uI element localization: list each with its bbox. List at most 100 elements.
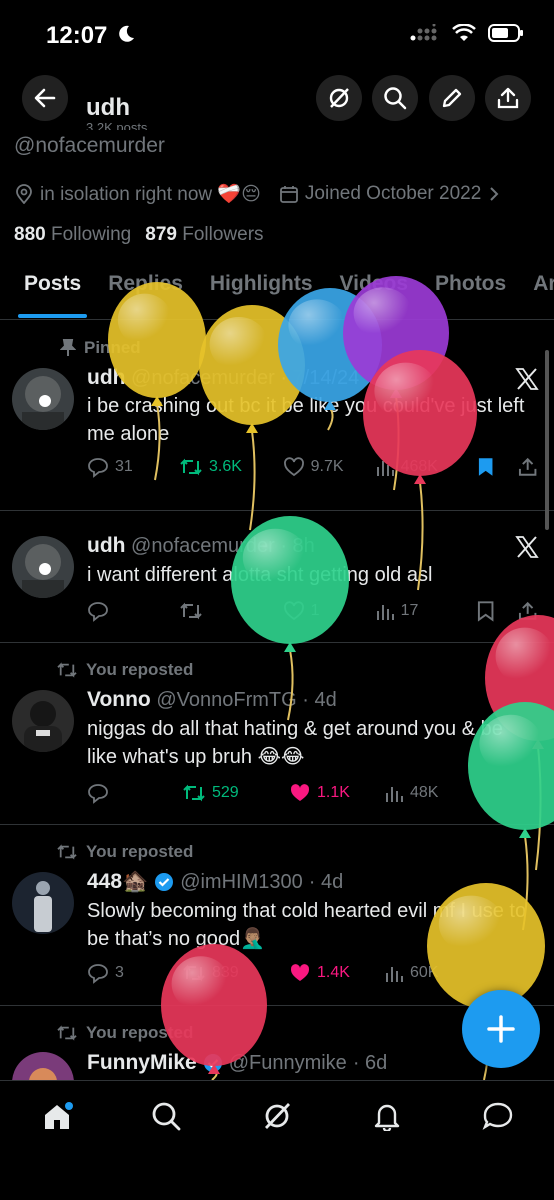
post-header: Vonno @VonnoFrmTG · 4d	[87, 688, 337, 711]
home-icon	[45, 1102, 73, 1129]
repost-icon	[180, 458, 202, 476]
divider	[0, 824, 554, 825]
reply-button[interactable]: 3	[87, 962, 182, 984]
balloon-shine	[209, 317, 268, 371]
avatar[interactable]	[12, 536, 74, 598]
location-pin-icon	[16, 184, 32, 204]
pin-icon	[60, 339, 76, 356]
followers-link[interactable]: 879 Followers	[145, 224, 263, 246]
views-button[interactable]: 468K	[375, 457, 477, 477]
profile-handle: @nofacemurder	[14, 134, 165, 157]
edit-button[interactable]	[429, 75, 475, 121]
post-header: udh @nofacemurder · 8h	[87, 534, 315, 557]
heart-filled-icon	[290, 964, 310, 981]
profile-tabs: Posts Replies Highlights Videos Photos A…	[0, 272, 554, 318]
repost-button[interactable]: 3.6K	[179, 457, 283, 477]
tab-photos[interactable]: Photos	[435, 272, 506, 318]
cellular-signal-icon	[410, 24, 437, 41]
tab-videos[interactable]: Videos	[340, 272, 408, 318]
avatar[interactable]	[12, 872, 74, 934]
tab-posts[interactable]: Posts	[17, 272, 88, 318]
divider	[0, 510, 554, 511]
grok-icon	[329, 88, 349, 108]
share-icon[interactable]	[518, 456, 537, 478]
x-logo-icon[interactable]	[514, 366, 540, 392]
repost-icon	[57, 844, 77, 860]
post-text: Slowly becoming that cold hearted evil m…	[87, 900, 527, 950]
views-button[interactable]: 17	[375, 601, 477, 621]
chat-bubble-icon	[482, 1102, 513, 1130]
follow-stats: 880 Following 879 Followers	[14, 224, 264, 246]
like-button[interactable]: 1.4K	[289, 963, 384, 983]
search-icon	[152, 1102, 181, 1131]
header-name: udh	[86, 94, 130, 121]
post-text: i want different alotta sht getting old …	[87, 564, 433, 586]
arrow-left-icon	[34, 88, 56, 108]
search-button[interactable]	[372, 75, 418, 121]
avatar[interactable]	[12, 690, 74, 752]
share-button[interactable]	[485, 75, 531, 121]
repost-icon	[183, 964, 205, 982]
reply-button[interactable]: 31	[87, 456, 179, 478]
reply-button[interactable]	[87, 600, 179, 622]
views-button[interactable]: 48K	[384, 783, 489, 803]
post-actions: 31 3.6K 9.7K 468K	[87, 456, 537, 478]
do-not-disturb-moon-icon	[119, 25, 134, 42]
reply-button[interactable]	[87, 782, 182, 804]
share-icon	[497, 87, 519, 109]
post-header: FunnyMike @Funnymike · 6d	[87, 1051, 388, 1074]
pencil-icon	[442, 88, 462, 108]
analytics-icon	[386, 787, 403, 802]
balloon-knot	[519, 828, 531, 838]
divider	[0, 642, 554, 643]
bell-icon	[374, 1104, 400, 1133]
nav-messages[interactable]	[482, 1101, 514, 1136]
nav-notifications[interactable]	[372, 1101, 402, 1136]
post-text: niggas do all that hating & get around y…	[87, 718, 503, 768]
heart-outline-icon	[283, 457, 304, 477]
back-button[interactable]	[22, 75, 68, 121]
grok-button[interactable]	[316, 75, 362, 121]
wifi-icon	[452, 24, 476, 41]
reply-icon	[88, 602, 108, 622]
repost-button[interactable]	[179, 601, 283, 621]
pinned-label: Pinned	[60, 338, 141, 358]
reply-icon	[88, 964, 108, 984]
avatar[interactable]	[12, 368, 74, 430]
bookmark-icon[interactable]	[476, 600, 495, 622]
post-header: udh @nofacemurder · 7/14/24	[87, 366, 360, 389]
verified-badge-icon	[203, 1054, 222, 1072]
tab-replies[interactable]: Replies	[108, 272, 183, 318]
x-logo-icon[interactable]	[514, 534, 540, 560]
verified-badge-icon	[155, 873, 174, 891]
scrollbar[interactable]	[545, 350, 549, 530]
following-link[interactable]: 880 Following	[14, 224, 131, 246]
repost-icon	[57, 1025, 77, 1041]
balloon-knot	[284, 642, 296, 652]
repost-icon	[183, 784, 205, 802]
repost-icon	[180, 602, 202, 620]
like-button[interactable]: 1	[283, 601, 375, 621]
status-time: 12:07	[46, 22, 108, 49]
nav-search[interactable]	[151, 1101, 181, 1136]
repost-icon	[57, 662, 77, 678]
share-icon[interactable]	[518, 600, 537, 622]
tab-articles[interactable]: Art	[533, 272, 554, 318]
repost-button[interactable]: 839	[182, 963, 289, 983]
views-button[interactable]: 60K	[384, 963, 489, 983]
repost-button[interactable]: 529	[182, 783, 289, 803]
avatar[interactable]	[12, 1052, 74, 1080]
like-button[interactable]: 9.7K	[283, 457, 375, 477]
chevron-right-icon[interactable]	[487, 185, 501, 203]
compose-post-button[interactable]	[462, 990, 540, 1068]
nav-home[interactable]	[41, 1101, 73, 1138]
heart-filled-icon	[290, 784, 310, 801]
reposted-label: You reposted	[56, 1023, 193, 1043]
reposted-label: You reposted	[56, 660, 193, 680]
bookmark-filled-icon[interactable]	[476, 456, 495, 478]
nav-grok[interactable]	[262, 1101, 292, 1136]
post-header: 448🏚️ @imHIM1300 · 4d	[87, 870, 344, 893]
plus-icon	[487, 1015, 515, 1043]
like-button[interactable]: 1.1K	[289, 783, 384, 803]
tab-highlights[interactable]: Highlights	[210, 272, 313, 318]
